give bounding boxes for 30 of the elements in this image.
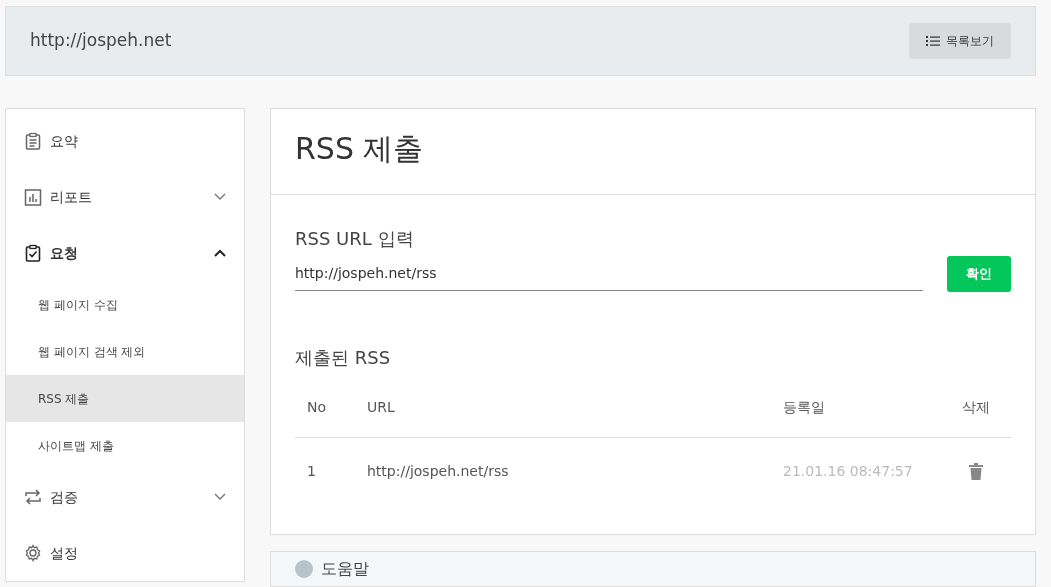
submenu-item[interactable]: RSS 제출 [6,375,244,422]
help-icon [295,560,313,578]
sidebar-item[interactable]: 설정 [6,525,244,581]
column-header: No [295,379,355,437]
column-header: 등록일 [771,379,941,437]
date-cell: 21.01.16 08:47:57 [771,437,941,505]
help-title: 도움말 [321,560,369,578]
page-title: RSS 제출 [271,109,1035,195]
submenu-item[interactable]: 웹 페이지 수집 [6,281,244,328]
list-icon [926,35,940,47]
column-header: 삭제 [941,379,1011,437]
url-cell: http://jospeh.net/rss [355,437,771,505]
submenu-item[interactable]: 웹 페이지 검색 제외 [6,328,244,375]
sidebar-item[interactable]: 리포트 [6,169,244,225]
sidebar-item[interactable]: 요약 [6,113,244,169]
swap-arrows-icon [24,488,42,506]
site-address: http://jospeh.net [30,29,172,53]
sidebar-item[interactable]: 검증 [6,469,244,525]
gear-icon [24,544,42,562]
row-number: 1 [295,437,355,505]
sidebar-item[interactable]: 요청 [6,225,244,281]
clipboard-icon [24,132,42,150]
list-view-button[interactable]: 목록보기 [909,23,1011,59]
submenu-item[interactable]: 사이트맵 제출 [6,422,244,469]
input-label: RSS URL 입력 [295,227,415,251]
column-header: URL [355,379,771,437]
bar-chart-icon [24,188,42,206]
trash-icon[interactable] [969,463,983,481]
section-title: 제출된 RSS [295,346,392,370]
clipboard-check-icon [24,244,42,262]
